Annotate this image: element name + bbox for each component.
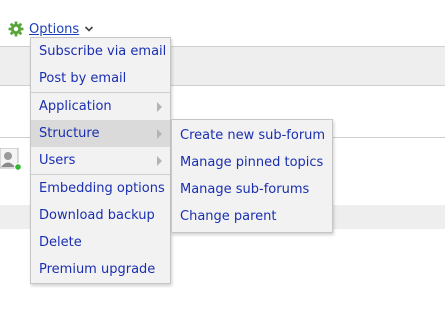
menu-item-users[interactable]: Users — [31, 147, 170, 174]
chevron-right-icon — [157, 102, 162, 112]
submenu-item-change-parent[interactable]: Change parent — [172, 203, 332, 230]
user-avatar-icon[interactable] — [0, 148, 22, 172]
chevron-right-icon — [157, 156, 162, 166]
menu-item-application[interactable]: Application — [31, 93, 170, 120]
menu-item-post-by-email[interactable]: Post by email — [31, 65, 170, 92]
menu-item-label: Users — [39, 153, 76, 168]
options-dropdown-menu: Subscribe via email Post by email Applic… — [30, 37, 171, 284]
menu-item-label: Application — [39, 99, 112, 114]
menu-item-structure[interactable]: Structure — [31, 120, 170, 147]
submenu-item-create-new-sub-forum[interactable]: Create new sub-forum — [172, 122, 332, 149]
menu-item-premium-upgrade[interactable]: Premium upgrade — [31, 256, 170, 283]
menu-item-download-backup[interactable]: Download backup — [31, 202, 170, 229]
structure-submenu: Create new sub-forum Manage pinned topic… — [171, 119, 333, 233]
menu-item-label: Structure — [39, 126, 100, 141]
submenu-item-manage-sub-forums[interactable]: Manage sub-forums — [172, 176, 332, 203]
options-menu-trigger[interactable]: Options — [8, 20, 94, 38]
menu-item-subscribe-via-email[interactable]: Subscribe via email — [31, 38, 170, 65]
menu-item-embedding-options[interactable]: Embedding options — [31, 175, 170, 202]
submenu-item-manage-pinned-topics[interactable]: Manage pinned topics — [172, 149, 332, 176]
gear-icon — [8, 21, 24, 37]
chevron-down-icon — [85, 26, 94, 32]
menu-item-delete[interactable]: Delete — [31, 229, 170, 256]
chevron-right-icon — [157, 129, 162, 139]
options-label[interactable]: Options — [29, 22, 79, 37]
